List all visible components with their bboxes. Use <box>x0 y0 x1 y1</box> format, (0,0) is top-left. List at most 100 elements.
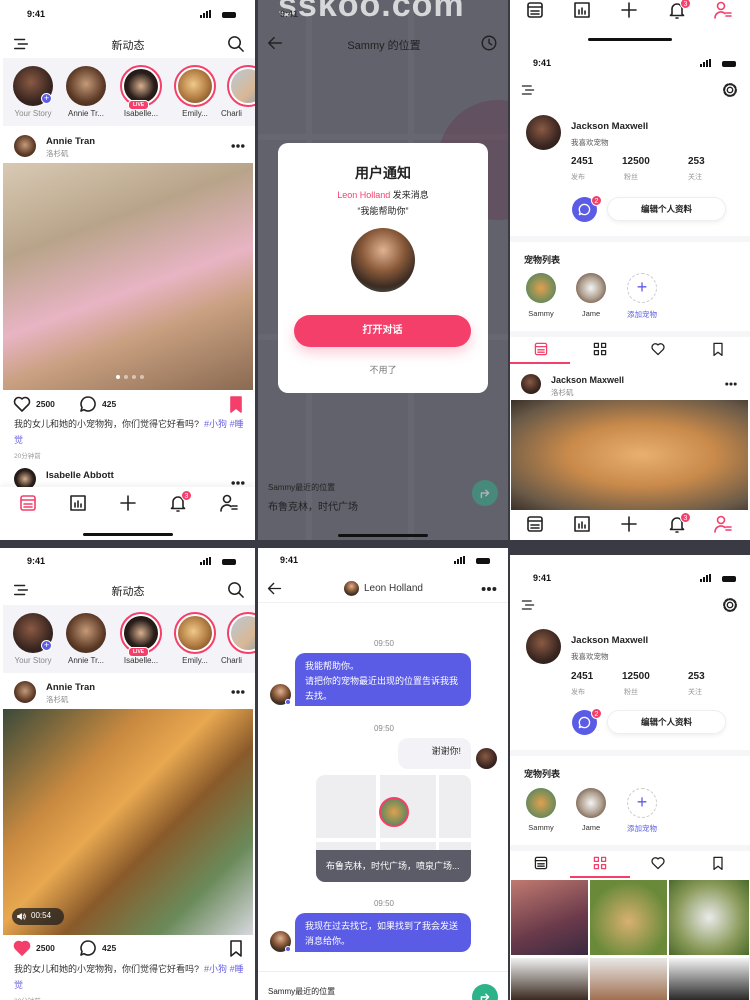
tab-likes-icon[interactable] <box>650 341 666 357</box>
nav-profile-icon[interactable] <box>219 493 239 513</box>
post-video[interactable] <box>3 709 253 935</box>
comment-icon[interactable] <box>78 938 98 958</box>
navigate-button[interactable] <box>472 480 498 506</box>
grid-photo[interactable] <box>590 880 667 955</box>
stat-posts[interactable]: 2451 <box>571 671 593 682</box>
tab-likes-icon[interactable] <box>650 855 666 871</box>
nav-feed-icon[interactable] <box>525 0 545 20</box>
tab-saved-icon[interactable] <box>710 855 726 871</box>
story-your[interactable]: + <box>13 613 53 653</box>
add-pet-button[interactable]: + <box>627 788 657 818</box>
menu-icon[interactable] <box>520 597 536 613</box>
grid-photo[interactable] <box>669 880 749 955</box>
story-your[interactable]: + <box>13 66 53 106</box>
nav-plus-icon[interactable] <box>118 493 138 513</box>
menu-icon[interactable] <box>520 82 536 98</box>
tab-grid-icon[interactable] <box>592 341 608 357</box>
add-pet-label[interactable]: 添加宠物 <box>622 823 662 834</box>
settings-gear-icon[interactable] <box>721 596 739 614</box>
speaker-icon[interactable] <box>16 911 27 922</box>
stat-following[interactable]: 253 <box>688 671 705 682</box>
nav-feed-icon[interactable] <box>525 514 545 534</box>
video-duration-pill[interactable]: 00:54 <box>12 908 64 925</box>
post-photo[interactable] <box>511 400 748 510</box>
pet-avatar-jame[interactable] <box>576 788 606 818</box>
bookmark-icon[interactable] <box>226 938 246 958</box>
more-icon[interactable] <box>724 377 738 391</box>
grid-photo[interactable] <box>669 958 749 1000</box>
like-icon[interactable] <box>12 394 32 414</box>
story-charli[interactable] <box>227 612 255 654</box>
nav-plus-icon[interactable] <box>619 514 639 534</box>
contact-avatar[interactable] <box>344 581 359 596</box>
post-time: 20分钟前 <box>14 453 41 460</box>
back-icon[interactable] <box>266 580 283 597</box>
author-name[interactable]: Isabelle Abbott <box>46 470 114 481</box>
nav-stats-icon[interactable] <box>572 0 592 20</box>
pet-avatar-sammy[interactable] <box>526 788 556 818</box>
tab-feed-icon[interactable] <box>533 341 549 357</box>
hashtag[interactable]: #小狗 <box>204 419 227 429</box>
search-icon[interactable] <box>226 580 245 599</box>
post-time: 20分钟前 <box>14 995 41 1000</box>
pet-avatar-jame[interactable] <box>576 273 606 303</box>
like-icon-active[interactable] <box>12 938 32 958</box>
chat-icon <box>576 714 593 731</box>
nav-stats-icon[interactable] <box>572 514 592 534</box>
navigate-button[interactable] <box>472 984 498 1000</box>
story-emily[interactable] <box>174 612 216 654</box>
profile-avatar[interactable] <box>526 629 561 664</box>
post-photo[interactable] <box>3 163 253 390</box>
story-charli[interactable] <box>227 65 255 107</box>
grid-photo[interactable] <box>511 958 588 1000</box>
edit-profile-button[interactable]: 编辑个人资料 <box>607 710 726 734</box>
profile-avatar[interactable] <box>526 115 561 150</box>
stat-followers[interactable]: 12500 <box>622 671 650 682</box>
edit-profile-button[interactable]: 编辑个人资料 <box>607 197 726 221</box>
more-icon[interactable] <box>230 684 246 700</box>
story-annie[interactable] <box>66 66 106 106</box>
sender-name[interactable]: Leon Holland <box>337 190 390 200</box>
carousel-dots <box>116 375 148 380</box>
comment-icon[interactable] <box>78 394 98 414</box>
add-pet-label[interactable]: 添加宠物 <box>622 309 662 320</box>
bookmark-icon[interactable] <box>226 394 246 414</box>
more-icon[interactable] <box>480 580 498 598</box>
stat-posts[interactable]: 2451 <box>571 156 593 167</box>
stat-following[interactable]: 253 <box>688 156 705 167</box>
pet-avatar-sammy[interactable] <box>526 273 556 303</box>
open-chat-button[interactable]: 打开对话 <box>294 315 471 347</box>
author-name[interactable]: Annie Tran <box>46 136 95 147</box>
nav-feed-icon[interactable] <box>18 493 38 513</box>
dismiss-button[interactable]: 不用了 <box>369 363 396 376</box>
nav-profile-icon[interactable] <box>713 514 733 534</box>
grid-photo[interactable] <box>590 958 667 1000</box>
more-icon[interactable] <box>230 138 246 154</box>
nav-plus-icon[interactable] <box>619 0 639 20</box>
story-annie[interactable] <box>66 613 106 653</box>
search-icon[interactable] <box>226 34 245 53</box>
nav-stats-icon[interactable] <box>68 493 88 513</box>
menu-icon[interactable] <box>12 581 30 599</box>
profile-name: Jackson Maxwell <box>571 635 649 646</box>
add-pet-button[interactable]: + <box>627 273 657 303</box>
tab-grid-icon[interactable] <box>592 855 608 871</box>
menu-icon[interactable] <box>12 35 30 53</box>
status-time: 9:41 <box>533 573 552 583</box>
location-map-card[interactable]: 布鲁克林，时代广场，喷泉广场... <box>316 775 471 882</box>
history-icon[interactable] <box>480 34 498 52</box>
grid-photo[interactable] <box>511 880 588 955</box>
stat-followers[interactable]: 12500 <box>622 156 650 167</box>
back-icon[interactable] <box>266 34 284 52</box>
contact-name[interactable]: Leon Holland <box>364 583 423 594</box>
author-avatar[interactable] <box>521 374 541 394</box>
author-avatar[interactable] <box>14 135 36 157</box>
hashtag[interactable]: #小狗 <box>204 964 227 974</box>
tab-feed-icon[interactable] <box>533 855 549 871</box>
tab-saved-icon[interactable] <box>710 341 726 357</box>
settings-gear-icon[interactable] <box>721 81 739 99</box>
story-emily[interactable] <box>174 65 216 107</box>
author-avatar[interactable] <box>14 681 36 703</box>
nav-profile-icon[interactable] <box>713 0 733 20</box>
author-name[interactable]: Annie Tran <box>46 682 95 693</box>
